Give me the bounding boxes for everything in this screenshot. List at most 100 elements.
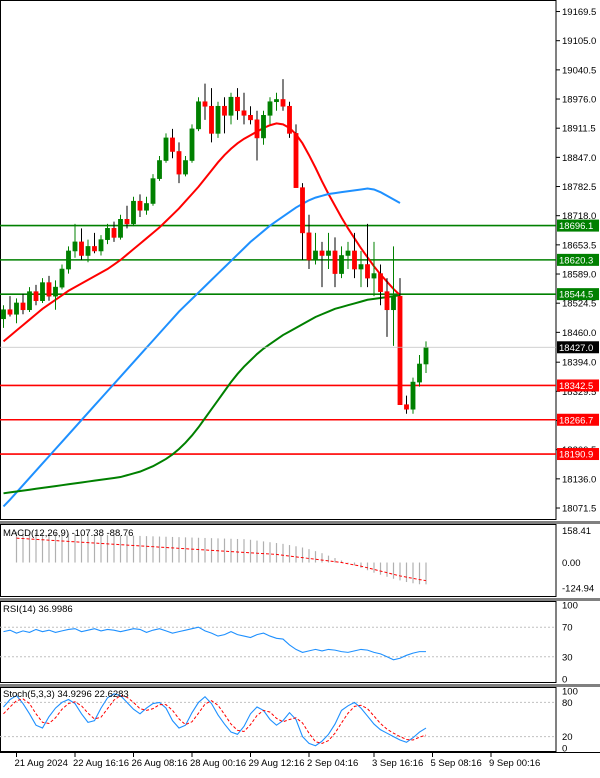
bullish-candle	[72, 241, 78, 252]
bearish-candle	[241, 110, 247, 116]
bearish-candle	[222, 105, 227, 116]
time-tick-label: 26 Aug 08:16	[132, 758, 188, 769]
bullish-candle	[228, 96, 234, 116]
level-label: 18544.5	[559, 290, 593, 301]
macd-axis-label: -124.94	[562, 583, 594, 594]
bearish-candle	[293, 133, 299, 188]
bullish-candle	[85, 246, 91, 256]
bullish-candle	[105, 228, 110, 240]
bearish-candle	[287, 105, 292, 134]
pane-separator	[0, 684, 600, 687]
moving-average-line	[2, 122, 401, 343]
stoch-axis-label: 0	[562, 744, 567, 755]
bullish-candle	[189, 128, 195, 161]
bullish-candle	[157, 160, 162, 179]
macd-signal-line	[16, 537, 427, 582]
bearish-candle	[365, 264, 370, 279]
stoch-axis-label: 100	[562, 687, 578, 698]
time-tick-label: 2 Sep 04:16	[307, 758, 358, 769]
price-tick-label: 18847.0	[562, 153, 596, 164]
level-label: 18266.7	[559, 415, 593, 426]
bearish-candle	[170, 137, 175, 152]
rsi-line	[3, 626, 427, 661]
bullish-candle	[53, 286, 58, 297]
stoch-label: Stoch(5,3,3) 34.9296 22.6283	[3, 689, 129, 700]
bearish-candle	[397, 295, 403, 405]
level-label: 18620.3	[559, 255, 593, 266]
rsi-axis-label: 70	[562, 623, 573, 634]
level-label: 18696.1	[559, 221, 593, 232]
price-tick-label: 19105.0	[562, 36, 596, 47]
bullish-candle	[417, 363, 422, 383]
bullish-candle	[261, 115, 266, 139]
bearish-candle	[254, 119, 260, 139]
bullish-candle	[183, 160, 188, 175]
bullish-candle	[313, 250, 318, 261]
bearish-candle	[33, 291, 39, 301]
bearish-candle	[111, 228, 117, 238]
bullish-candle	[144, 203, 149, 211]
bearish-candle	[332, 250, 338, 274]
bullish-candle	[98, 239, 104, 252]
rsi-pane-frame	[0, 601, 557, 683]
rsi-axis-label: 30	[562, 652, 573, 663]
price-tick-label: 18911.5	[562, 124, 596, 135]
bearish-candle	[306, 232, 312, 261]
bullish-candle	[131, 200, 136, 225]
price-tick-label: 18653.5	[562, 240, 596, 251]
bearish-candle	[92, 246, 97, 252]
bullish-candle	[1, 309, 6, 320]
current-price-label: 18427.0	[559, 343, 593, 354]
stoch-k-line	[3, 693, 427, 747]
level-label: 18342.5	[559, 381, 593, 392]
stoch-axis-label: 20	[562, 732, 573, 743]
price-tick-label: 19169.5	[562, 7, 596, 18]
pane-separator	[0, 598, 600, 601]
price-tick-label: 18976.0	[562, 95, 596, 106]
time-tick-label: 5 Sep 08:16	[431, 758, 482, 769]
price-tick-label: 18394.0	[562, 358, 596, 369]
bearish-candle	[352, 250, 357, 270]
bullish-candle	[410, 381, 416, 410]
bearish-candle	[137, 200, 143, 211]
time-tick-label: 22 Aug 16:16	[73, 758, 129, 769]
bearish-candle	[384, 291, 390, 311]
bullish-candle	[267, 101, 273, 116]
bearish-candle	[248, 115, 253, 121]
bullish-candle	[358, 264, 364, 270]
bearish-candle	[235, 96, 240, 112]
bullish-candle	[423, 346, 429, 365]
price-tick-label: 18136.0	[562, 474, 596, 485]
bearish-candle	[280, 99, 286, 107]
bullish-candle	[371, 273, 377, 279]
bearish-candle	[79, 241, 84, 256]
bullish-candle	[27, 291, 32, 311]
bullish-candle	[66, 250, 71, 270]
rsi-axis-label: 100	[562, 601, 578, 612]
price-tick-label: 18782.5	[562, 182, 596, 193]
macd-axis-label: 0.00	[562, 558, 581, 569]
bearish-candle	[202, 101, 208, 107]
rsi-axis-label: 0	[562, 675, 567, 686]
time-tick-label: 21 Aug 2024	[15, 758, 68, 769]
price-tick-label: 19040.5	[562, 65, 596, 76]
chart-svg[interactable]: 19169.5 19105.0 19040.5 18976.0 18911.5 18847…	[0, 0, 600, 773]
bearish-candle	[378, 273, 383, 292]
bearish-candle	[124, 219, 130, 225]
stoch-axis-label: 80	[562, 698, 573, 709]
bearish-candle	[176, 151, 182, 175]
time-tick-label: 3 Sep 16:16	[372, 758, 423, 769]
time-tick-label: 28 Aug 00:16	[190, 758, 246, 769]
trading-chart[interactable]: 19169.5 19105.0 19040.5 18976.0 18911.5 18847…	[0, 0, 600, 773]
price-tick-label: 18071.5	[562, 504, 596, 515]
bullish-candle	[59, 268, 65, 288]
bullish-candle	[326, 250, 331, 256]
rsi-label: RSI(14) 36.9986	[3, 604, 73, 615]
moving-average-line	[3, 294, 401, 495]
bullish-candle	[196, 101, 201, 130]
bullish-candle	[274, 99, 279, 103]
bearish-candle	[209, 105, 214, 134]
price-tick-label: 18460.0	[562, 328, 596, 339]
bullish-candle	[150, 178, 156, 204]
time-tick-label: 9 Sep 00:16	[489, 758, 540, 769]
